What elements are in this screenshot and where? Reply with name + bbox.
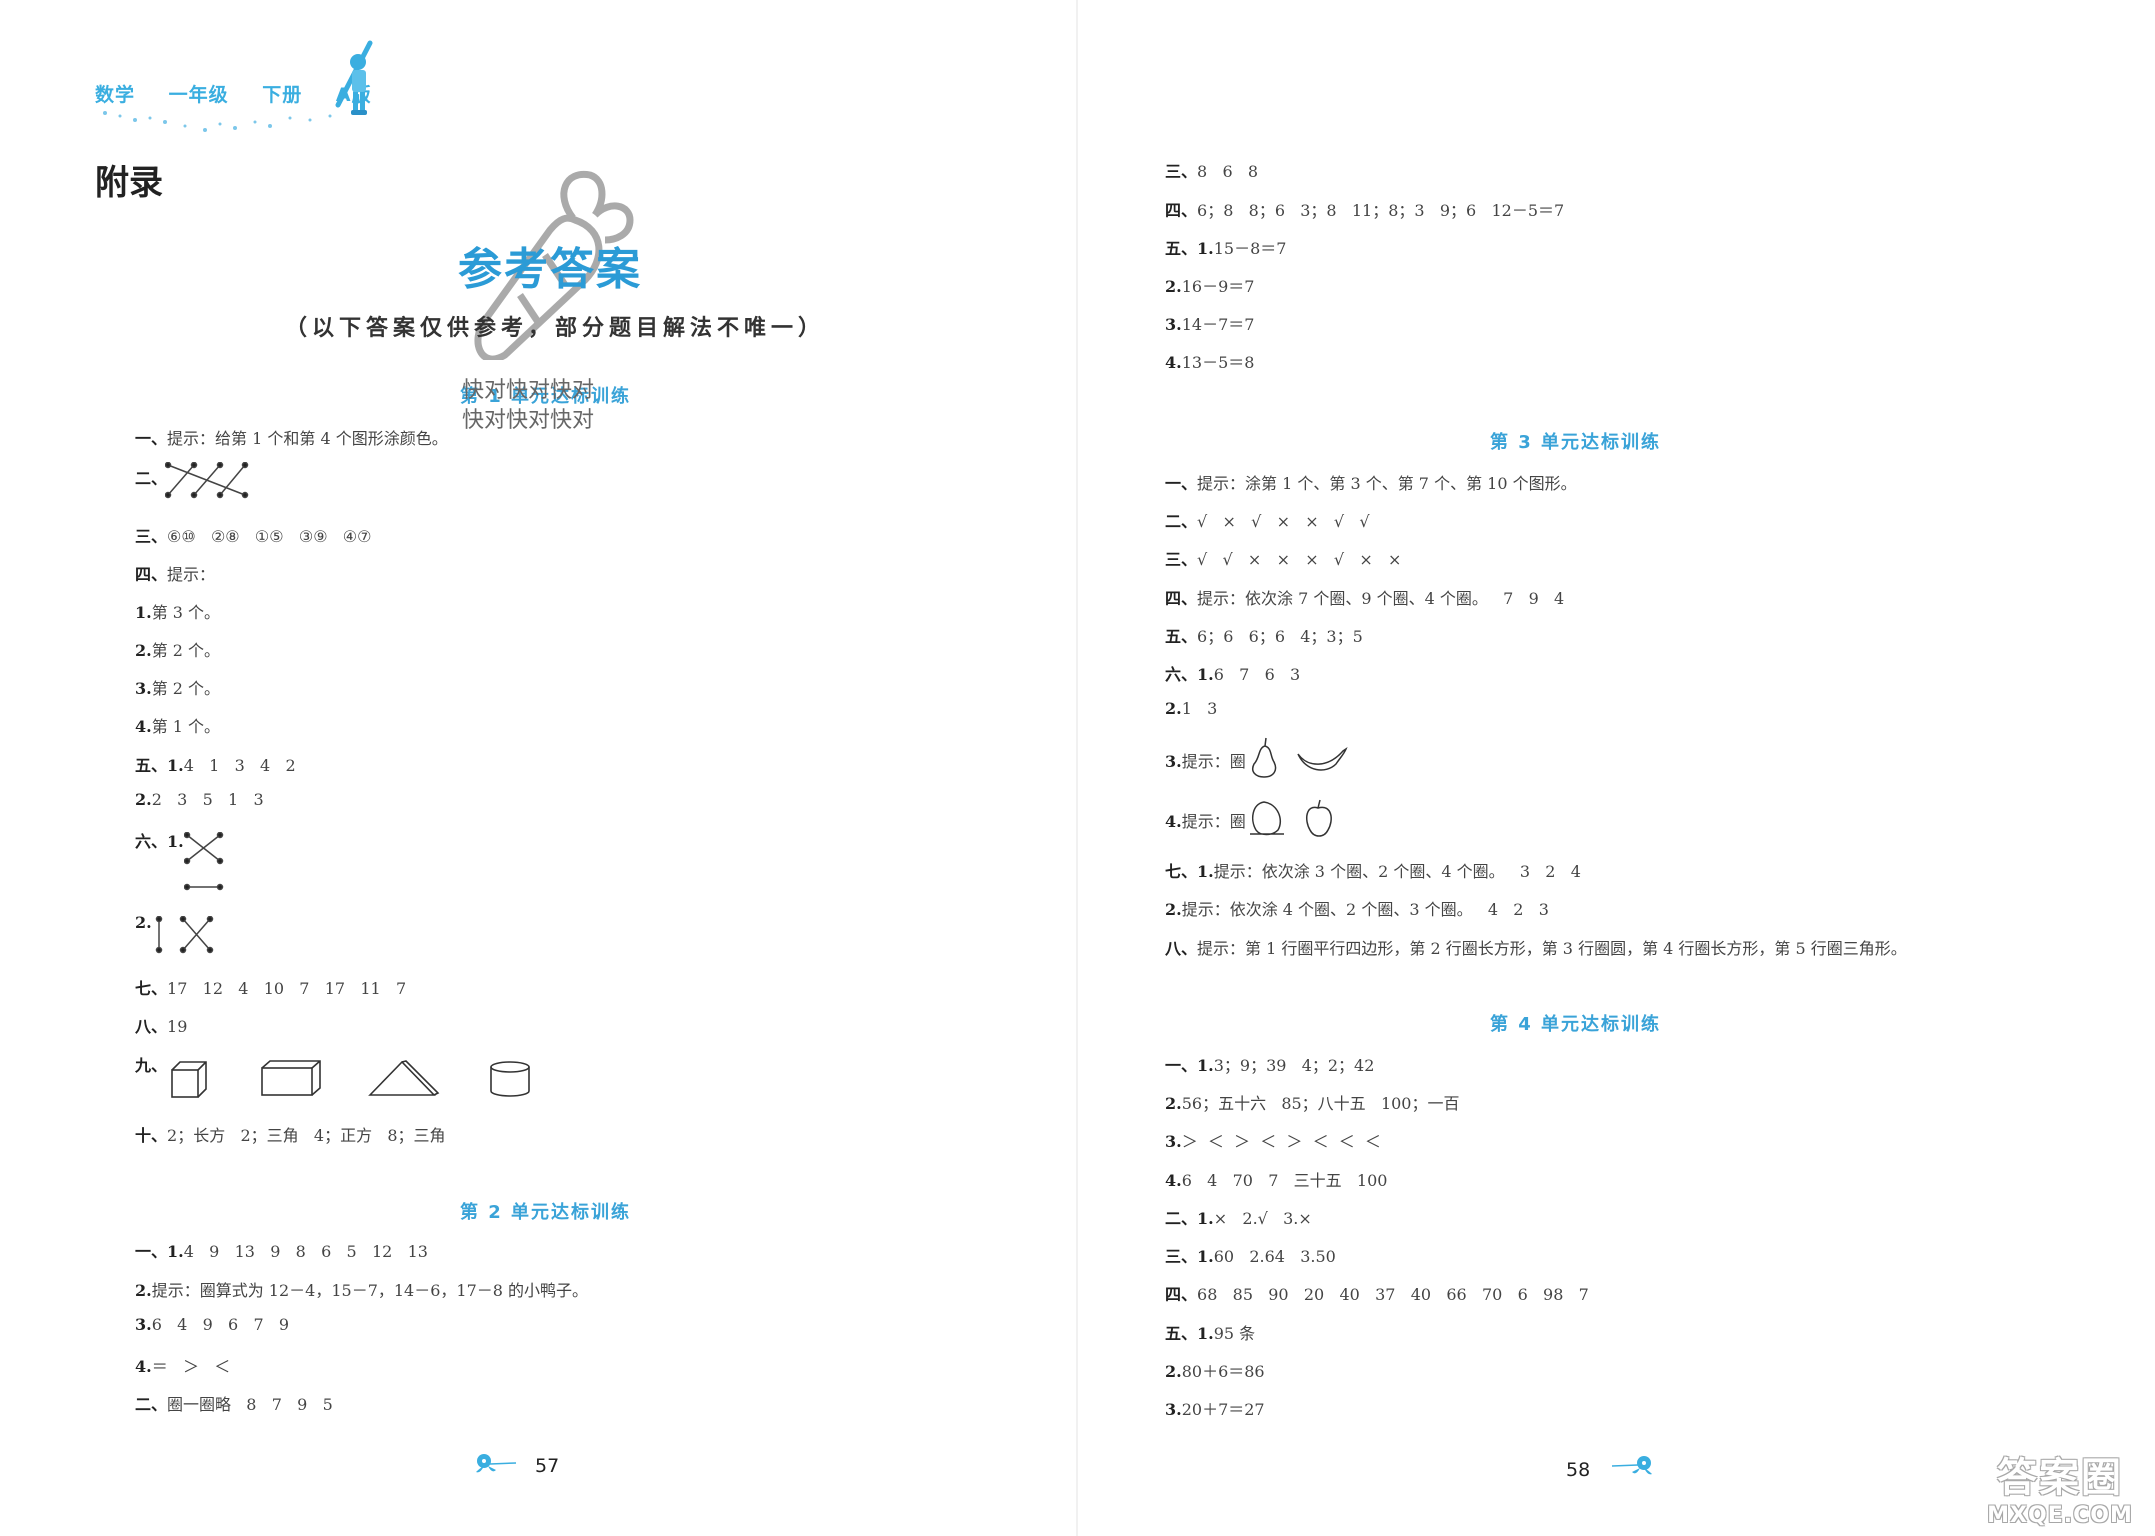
unit4-title: 第 4 单元达标训练 (1490, 1014, 1662, 1035)
apple-icon (1305, 799, 1332, 837)
peach-and-apple-icons (1250, 799, 1332, 837)
answer-line: 2.80＋6＝86 (1165, 1362, 1265, 1381)
answer-line: 三、1.60 2.64 3.50 (1165, 1247, 1336, 1266)
answer-line: 2.1 3 (1165, 699, 1218, 718)
sparkle-trail-icon (103, 111, 332, 132)
right-page: 三、8 6 8 四、6；8 8；6 3；8 11；8；3 9；6 12－5＝7 … (1078, 0, 2155, 1536)
watermark-text-2: 快对快对快对 (462, 408, 595, 433)
answer-line: 2.56；五十六 85；八十五 100；一百 (1165, 1094, 1460, 1113)
answer-line: 2.第 2 个。 (135, 641, 221, 660)
answer-line: 2. (135, 913, 152, 932)
answer-line: 八、提示：第 1 行圈平行四边形，第 2 行圈长方形，第 3 行圈圆，第 4 行… (1165, 939, 1907, 958)
answer-line: 二、√ × √ × × √ √ (1165, 512, 1370, 531)
answer-line: 3.6 4 9 6 7 9 (135, 1315, 290, 1334)
answer-line: 五、1.95 条 (1165, 1324, 1256, 1343)
site-watermark-url: MXQE.COM (1987, 1503, 2133, 1528)
answer-line: 3.14－7＝7 (1165, 315, 1255, 334)
answer-line: 五、6；6 6；6 4；3；5 (1165, 627, 1363, 646)
answer-line: 九、 (135, 1056, 168, 1075)
answer-line: 4.6 4 70 7 三十五 100 (1165, 1171, 1388, 1190)
site-watermark: 答案圈 MXQE.COM (1975, 1445, 2145, 1528)
page-number-left: 57 (535, 1455, 560, 1477)
answer-line: 二、 (135, 469, 168, 488)
left-page: 数学 一年级 下册 A版 附录 参考答案 （以下答案仅供参考，部分题目解法不唯一… (0, 0, 1077, 1536)
pear-and-banana-icons (1252, 737, 1348, 778)
appendix-heading: 附录 (95, 163, 163, 203)
answer-line: 1.第 3 个。 (135, 603, 221, 622)
answer-line: 一、1.3；9；39 4；2；42 (1165, 1056, 1375, 1075)
answer-line: 六、1.6 7 6 3 (1165, 665, 1301, 684)
answer-line: 五、1.15－8＝7 (1165, 239, 1287, 258)
answer-line: 3.第 2 个。 (135, 679, 221, 698)
pear-icon (1252, 737, 1277, 778)
answer-line: 2.提示：圈算式为 12－4，15－7，14－6，17－8 的小鸭子。 (135, 1281, 589, 1300)
answer-line: 十、2；长方 2；三角 4；正方 8；三角 (135, 1126, 446, 1145)
unit2-title: 第 2 单元达标训练 (460, 1202, 632, 1223)
header-subject: 数学 (95, 84, 136, 106)
answer-line: 二、圈一圈略 8 7 9 5 (135, 1395, 333, 1414)
cross-match-figure-2 (155, 916, 214, 954)
answer-line: 四、68 85 90 20 40 37 40 66 70 6 98 7 (1165, 1285, 1589, 1304)
answer-line: 四、提示： (135, 565, 216, 584)
solid-shapes-figure (171, 1060, 530, 1098)
answer-line: 2.16－9＝7 (1165, 277, 1255, 296)
answer-line: 4.13－5＝8 (1165, 353, 1255, 372)
header-grade: 一年级 (168, 84, 229, 106)
flower-ornament-icon (1611, 1456, 1652, 1475)
answer-line: 4.提示：圈 (1165, 812, 1246, 831)
unit3-title: 第 3 单元达标训练 (1490, 432, 1662, 453)
answer-line: 四、6；8 8；6 3；8 11；8；3 9；6 12－5＝7 (1165, 201, 1565, 220)
matching-lines-figure (165, 462, 249, 499)
answer-key-title: 参考答案 (458, 244, 642, 295)
answer-line: 2.2 3 5 1 3 (135, 790, 264, 809)
banana-icon (1297, 747, 1348, 771)
site-watermark-logo: 答案圈 (1997, 1455, 2123, 1501)
answer-line: 七、1.提示：依次涂 3 个圈、2 个圈、4 个圈。 3 2 4 (1165, 862, 1581, 881)
cross-match-figure-1 (184, 832, 224, 891)
answer-line: 六、1. (135, 832, 184, 851)
answer-line: 3.20＋7＝27 (1165, 1400, 1265, 1419)
answer-line: 3.提示：圈 (1165, 752, 1246, 771)
answer-line: 三、⑥⑩ ②⑧ ①⑤ ③⑨ ④⑦ (135, 527, 372, 546)
answer-line: 一、1.4 9 13 9 8 6 5 12 13 (135, 1242, 428, 1261)
answer-line: 3.＞ ＜ ＞ ＜ ＞ ＜ ＜ ＜ (1165, 1132, 1381, 1151)
answer-line: 三、√ √ × × × √ × × (1165, 550, 1402, 569)
watermark-text-1: 快对快对快对 (462, 378, 595, 403)
answer-line: 一、提示：涂第 1 个、第 3 个、第 7 个、第 10 个图形。 (1165, 474, 1577, 493)
answer-line: 三、8 6 8 (1165, 162, 1259, 181)
answer-line: 八、19 (135, 1017, 188, 1036)
answer-line: 七、17 12 4 10 7 17 11 7 (135, 979, 407, 998)
header-volume: 下册 (262, 84, 303, 106)
answer-line: 二、1.× 2.√ 3.× (1165, 1209, 1312, 1228)
flower-ornament-icon (476, 1454, 517, 1473)
answer-line: 四、提示：依次涂 7 个圈、9 个圈、4 个圈。 7 9 4 (1165, 589, 1565, 608)
answer-line: 一、提示：给第 1 个和第 4 个图形涂颜色。 (135, 429, 448, 448)
page-number-right: 58 (1566, 1459, 1591, 1481)
answer-line: 2.提示：依次涂 4 个圈、2 个圈、3 个圈。 4 2 3 (1165, 900, 1549, 919)
peach-icon (1250, 801, 1284, 836)
answer-line: 4.第 1 个。 (135, 717, 221, 736)
answer-line: 4.＝ ＞ ＜ (135, 1357, 231, 1376)
answer-line: 五、1.4 1 3 4 2 (135, 756, 296, 775)
answer-key-subtitle: （以下答案仅供参考，部分题目解法不唯一） (285, 315, 826, 341)
boy-with-pencil-icon (335, 40, 373, 115)
